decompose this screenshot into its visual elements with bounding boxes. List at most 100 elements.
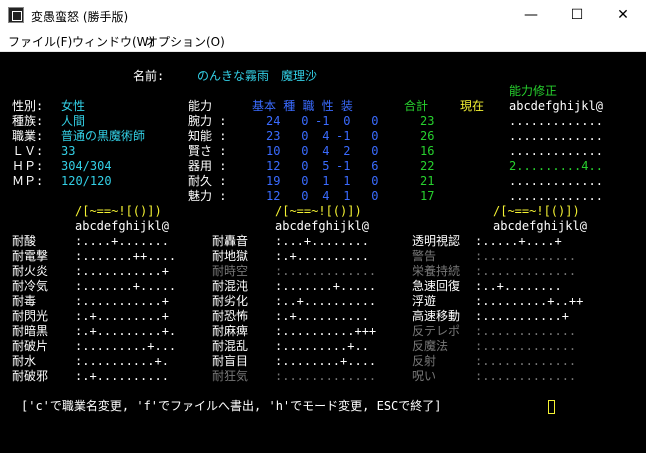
stat-mods: ............. [509, 129, 603, 143]
resist-label: 耐混沌 [212, 279, 249, 293]
resist-values: :.+.........+. [75, 324, 177, 338]
resist-marker-3: /[~==~![()]) [493, 204, 580, 218]
resist-values: :.........+... [75, 339, 177, 353]
resist-label: 高速移動 [412, 309, 461, 323]
resist-label: 反テレポ [412, 324, 461, 338]
resist-label: 耐盲目 [212, 354, 249, 368]
resist-label: 耐電撃 [12, 249, 49, 263]
resist-label: 耐麻痺 [212, 324, 249, 338]
title-bar: 変愚蛮怒 (勝手版) — ☐ ✕ [0, 0, 646, 30]
stat-name: 賢さ : [188, 144, 227, 158]
resist-label: 耐恐怖 [212, 309, 249, 323]
resist-values: :............. [475, 249, 577, 263]
hp-value: 304/304 [61, 159, 112, 173]
stat-name: 腕力 : [188, 114, 227, 128]
resist-label: 急速回復 [412, 279, 461, 293]
resist-label: 耐冷気 [12, 279, 49, 293]
resist-values: :............. [475, 324, 577, 338]
resist-values: :.....+....+ [475, 234, 562, 248]
stats-header-ability: 能力 [188, 99, 213, 113]
resist-values: :.......+..... [275, 279, 377, 293]
resist-letters-2: abcdefghijkl@ [275, 219, 369, 233]
stat-class: 4 [315, 144, 330, 158]
stat-base: 12 [266, 189, 281, 203]
stat-total: 17 [420, 189, 435, 203]
stat-name: 知能 : [188, 129, 227, 143]
stat-race: 0 [294, 144, 309, 158]
resist-label: 耐時空 [212, 264, 249, 278]
stat-personality: -1 [336, 129, 351, 143]
stat-class: 5 [315, 159, 330, 173]
name-label: 名前: [133, 69, 165, 83]
stat-base: 23 [266, 129, 281, 143]
resist-label: 耐酸 [12, 234, 37, 248]
resist-label: 耐劣化 [212, 294, 249, 308]
resist-values: :............. [475, 354, 577, 368]
stat-mods: ............. [509, 144, 603, 158]
menu-window[interactable]: ウィンドウ(W) [72, 33, 153, 50]
stat-equip: 0 [364, 144, 379, 158]
terminal-screen: 名前: のんきな霧雨 魔理沙 能力修正 性別: 女性 種族: 人間 職業: 普通… [0, 52, 646, 453]
stat-equip: 6 [364, 159, 379, 173]
sex-label: 性別: [12, 99, 44, 113]
class-value: 普通の黒魔術師 [61, 129, 146, 143]
stat-base: 24 [266, 114, 281, 128]
stat-base: 10 [266, 144, 281, 158]
resist-values: :.........+.. [275, 339, 369, 353]
app-icon[interactable] [8, 7, 24, 23]
resist-values: :..+.......... [275, 294, 377, 308]
resist-values: :...........+ [475, 309, 569, 323]
stat-total: 16 [420, 144, 435, 158]
resist-values: :............. [475, 369, 577, 383]
mp-value: 120/120 [61, 174, 112, 188]
stat-total: 26 [420, 129, 435, 143]
stats-header-current: 現在 [460, 99, 485, 113]
resist-label: 耐暗黒 [12, 324, 49, 338]
close-button[interactable]: ✕ [600, 0, 646, 30]
race-label: 種族: [12, 114, 44, 128]
stat-personality: 1 [336, 174, 351, 188]
stat-mods: ............. [509, 114, 603, 128]
stat-race: 0 [294, 129, 309, 143]
stat-personality: -1 [336, 159, 351, 173]
resist-label: 栄養持続 [412, 264, 461, 278]
resist-marker-2: /[~==~![()]) [275, 204, 362, 218]
stat-total: 21 [420, 174, 435, 188]
menu-file[interactable]: ファイル(F) [8, 33, 72, 50]
resist-values: :.+.........+ [75, 309, 169, 323]
command-prompt: ['c'で職業名変更, 'f'でファイルへ書出, 'h'でモード変更, ESCで… [21, 399, 442, 413]
stat-class: 1 [315, 174, 330, 188]
minimize-button[interactable]: — [508, 0, 554, 30]
stat-name: 器用 : [188, 159, 227, 173]
stat-mods: ............. [509, 189, 603, 203]
class-label: 職業: [12, 129, 44, 143]
resist-label: 耐混乱 [212, 339, 249, 353]
maximize-button[interactable]: ☐ [554, 0, 600, 30]
menu-bar: ファイル(F) ウィンドウ(W) オプション(O) [0, 30, 646, 52]
stat-name: 魅力 : [188, 189, 227, 203]
resist-label: 耐破片 [12, 339, 49, 353]
resist-letters-1: abcdefghijkl@ [75, 219, 169, 233]
menu-options[interactable]: オプション(O) [146, 33, 225, 50]
resist-label: 耐轟音 [212, 234, 249, 248]
stats-header-cols: 基本 種 職 性 装 [252, 99, 353, 113]
resist-values: :.+.......... [275, 309, 369, 323]
name-value: のんきな霧雨 魔理沙 [197, 69, 318, 83]
stat-base: 12 [266, 159, 281, 173]
resist-values: :..+........ [475, 279, 562, 293]
resist-label: 反魔法 [412, 339, 449, 353]
mp-label: ＭＰ: [12, 174, 44, 188]
resist-label: 浮遊 [412, 294, 437, 308]
stat-class: 4 [315, 189, 330, 203]
stat-total: 23 [420, 114, 435, 128]
stats-header-total: 合計 [404, 99, 429, 113]
stats-header-mod-letters: abcdefghijkl@ [509, 99, 603, 113]
sex-value: 女性 [61, 99, 86, 113]
resist-values: :.......+..... [75, 279, 177, 293]
hp-label: ＨＰ: [12, 159, 44, 173]
stat-race: 0 [294, 159, 309, 173]
lv-label: ＬＶ: [12, 144, 44, 158]
stat-mods: ............. [509, 174, 603, 188]
stat-equip: 0 [364, 114, 379, 128]
stat-equip: 0 [364, 189, 379, 203]
